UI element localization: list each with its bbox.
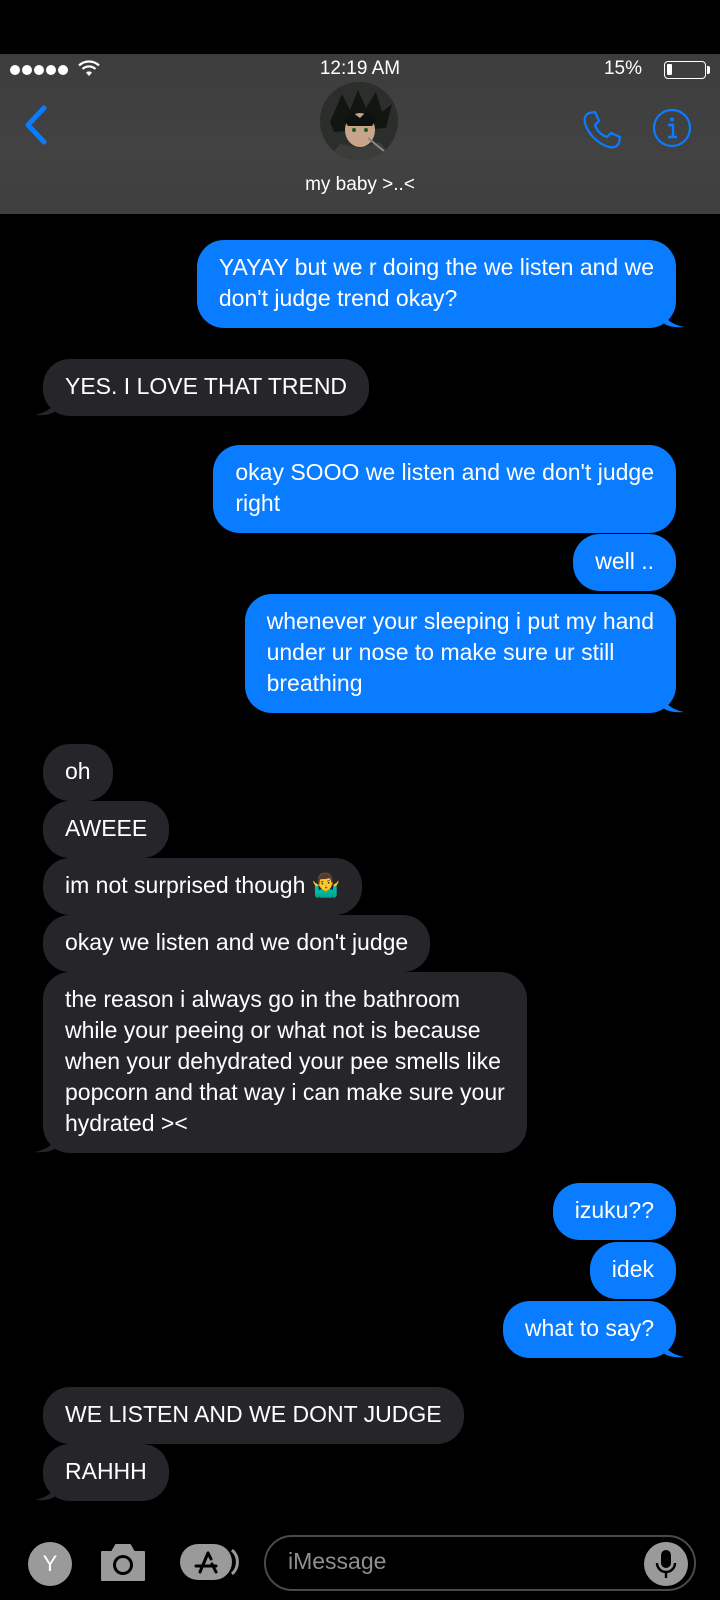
status-bar: 12:19 AM 15% <box>0 54 720 84</box>
camera-icon[interactable] <box>98 1540 148 1584</box>
outgoing-message-bubble[interactable]: idek <box>589 1242 676 1299</box>
message-input-placeholder: iMessage <box>288 1548 387 1574</box>
outgoing-message-bubble[interactable]: izuku?? <box>552 1183 676 1240</box>
incoming-bubble-tail <box>35 396 57 416</box>
app-store-icon[interactable] <box>178 1540 240 1584</box>
incoming-message-bubble[interactable]: okay we listen and we don't judge <box>43 915 431 972</box>
incoming-message-bubble[interactable]: oh <box>43 744 113 801</box>
incoming-message-bubble[interactable]: RAHHH <box>43 1444 169 1501</box>
outgoing-message-bubble[interactable]: okay SOOO we listen and we don't judge r… <box>213 445 676 533</box>
outgoing-message-bubble[interactable]: what to say? <box>502 1301 676 1358</box>
battery-icon <box>664 61 706 79</box>
microphone-icon[interactable] <box>644 1542 688 1586</box>
info-icon[interactable] <box>652 108 692 148</box>
incoming-bubble-tail <box>35 1133 57 1153</box>
contact-avatar[interactable] <box>320 82 398 160</box>
chevron-left-icon[interactable] <box>20 104 52 146</box>
incoming-message-bubble[interactable]: the reason i always go in the bathroom w… <box>43 972 527 1153</box>
incoming-message-bubble[interactable]: YES. I LOVE THAT TREND <box>43 359 370 416</box>
outgoing-bubble-tail <box>662 308 684 328</box>
battery-percentage: 15% <box>603 58 642 79</box>
outgoing-message-bubble[interactable]: whenever your sleeping i put my hand und… <box>244 594 676 713</box>
incoming-bubble-tail <box>35 1481 57 1501</box>
outgoing-bubble-tail <box>662 1338 684 1358</box>
memoji-avatar-button[interactable]: Y <box>28 1542 72 1586</box>
incoming-message-bubble[interactable]: AWEEE <box>43 801 170 858</box>
outgoing-message-bubble[interactable]: well .. <box>573 534 676 591</box>
top-band <box>0 0 720 54</box>
incoming-message-bubble[interactable]: im not surprised though 🤷‍♂️ <box>43 858 363 915</box>
battery-cap <box>707 66 710 74</box>
incoming-message-bubble[interactable]: WE LISTEN AND WE DONT JUDGE <box>43 1387 464 1444</box>
outgoing-bubble-tail <box>662 693 684 713</box>
outgoing-message-bubble[interactable]: YAYAY but we r doing the we listen and w… <box>196 240 676 328</box>
phone-icon[interactable] <box>580 108 624 152</box>
contact-name[interactable]: my baby >..< <box>0 174 720 196</box>
